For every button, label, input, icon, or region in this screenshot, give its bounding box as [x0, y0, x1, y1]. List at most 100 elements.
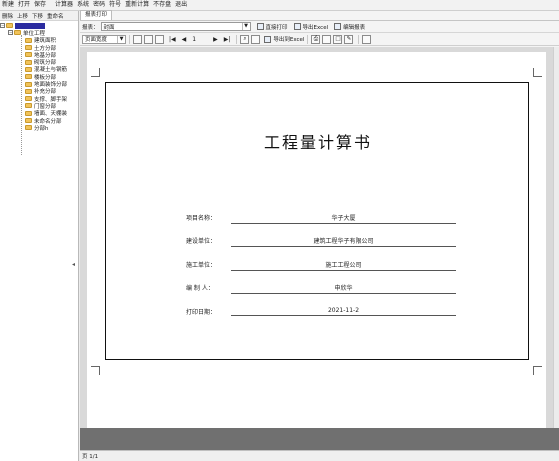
printer-icon: [256, 23, 264, 30]
field-value: 施工工程公司: [231, 260, 456, 271]
page-setup-icon[interactable]: [322, 34, 332, 44]
folder-icon: [6, 23, 13, 29]
status-bar: 页 1/1: [80, 450, 559, 461]
chevron-down-icon[interactable]: ▼: [117, 35, 125, 43]
frame-icon[interactable]: □: [333, 34, 343, 44]
folder-icon: [25, 110, 32, 116]
last-page-icon[interactable]: ▶|: [224, 36, 231, 43]
preview-toolbar: 页面宽度 ▼ |◀ ◀ 1 ▶ ▶| ⌕ 导出到Excel ⎙ □ ✎: [80, 33, 559, 46]
chevron-down-icon[interactable]: ▼: [241, 23, 250, 30]
crop-mark: [533, 68, 542, 77]
document-title: 工程量计算书: [263, 133, 372, 152]
tab-strip: 报表打印: [80, 10, 559, 21]
field-author: 编 制 人： 申欣华: [186, 283, 456, 294]
field-value: 建筑工程华子有限公司: [231, 236, 456, 247]
export-excel-label: 导出Excel: [302, 24, 329, 31]
folder-icon: [25, 66, 32, 72]
edit-report-label: 编辑报表: [343, 24, 366, 31]
toolbar-separator: [129, 34, 130, 44]
folder-icon: [25, 81, 32, 87]
toolbar-separator: [358, 34, 360, 44]
field-label: 建设单位：: [186, 238, 217, 245]
collapse-icon[interactable]: −: [0, 23, 5, 29]
menu-password[interactable]: 密码: [91, 0, 107, 10]
field-label: 编 制 人：: [186, 285, 214, 292]
menu-save[interactable]: 保存: [32, 0, 48, 10]
direct-print-label: 直接打印: [265, 24, 288, 31]
splitter-handle[interactable]: ◂: [72, 261, 77, 271]
edit-icon: [334, 23, 342, 30]
field-label: 项目名称：: [186, 215, 217, 222]
tree-item[interactable]: 分部h: [0, 124, 78, 132]
field-value: 申欣华: [231, 283, 456, 294]
menu-calculator[interactable]: 计算器: [53, 0, 75, 10]
tree-move-down-button[interactable]: 下移: [30, 12, 45, 20]
field-label: 打印日期：: [186, 309, 217, 316]
close-preview-icon[interactable]: [362, 34, 372, 44]
first-page-icon[interactable]: |◀: [169, 36, 176, 43]
direct-print-button[interactable]: 直接打印: [256, 23, 288, 31]
folder-icon: [25, 52, 32, 58]
export-to-excel-button[interactable]: 导出到Excel: [264, 35, 304, 43]
tree-toolbar: 删除 上移 下移 重命名: [0, 11, 78, 21]
menu-symbol[interactable]: 符号: [107, 0, 123, 10]
tree-rename-button[interactable]: 重命名: [45, 12, 66, 20]
field-value: 2021-11-2: [231, 307, 456, 316]
folder-icon: [14, 30, 21, 36]
field-contractor: 施工单位： 施工工程公司: [186, 260, 456, 271]
preview-canvas[interactable]: 工程量计算书 项目名称： 华子大厦 建设单位： 建筑工程华子有限公司 施工单位：…: [80, 47, 559, 450]
cover-frame: 工程量计算书 项目名称： 华子大厦 建设单位： 建筑工程华子有限公司 施工单位：…: [105, 82, 529, 360]
folder-icon: [25, 37, 32, 43]
collapse-icon[interactable]: −: [8, 30, 13, 36]
save-icon: [264, 35, 272, 43]
field-print-date: 打印日期： 2021-11-2: [186, 307, 456, 317]
report-panel: 报表打印 报表： 封面 ▼ 直接打印 导出Excel 编辑报表 页面宽度 ▼ |…: [80, 10, 559, 461]
toolbar-separator: [307, 34, 309, 44]
open-icon[interactable]: [251, 34, 261, 44]
prev-page-icon[interactable]: ◀: [182, 36, 187, 43]
tree-root-label: [15, 22, 45, 29]
folder-icon: [25, 45, 32, 51]
menu-no-save[interactable]: 不存盘: [151, 0, 173, 10]
excel-icon: [293, 23, 301, 30]
document-page: 工程量计算书 项目名称： 华子大厦 建设单位： 建筑工程华子有限公司 施工单位：…: [87, 52, 546, 428]
toolbar-separator: [236, 34, 238, 44]
canvas-bottom-area: [80, 428, 559, 450]
menu-new[interactable]: 新建: [0, 0, 16, 10]
folder-icon: [25, 88, 32, 94]
next-page-icon[interactable]: ▶: [213, 36, 218, 43]
report-toolbar: 报表： 封面 ▼ 直接打印 导出Excel 编辑报表: [80, 21, 559, 33]
field-label: 施工单位：: [186, 262, 217, 269]
print-icon[interactable]: ⎙: [311, 34, 321, 44]
crop-mark: [91, 68, 100, 77]
whole-page-icon[interactable]: [133, 34, 142, 44]
tab-report-print[interactable]: 报表打印: [80, 10, 113, 20]
menu-recalculate[interactable]: 重新计算: [123, 0, 151, 10]
menu-system[interactable]: 系统: [75, 0, 91, 10]
edit-report-button[interactable]: 编辑报表: [334, 23, 365, 31]
export-excel-button[interactable]: 导出Excel: [293, 23, 329, 31]
folder-icon: [25, 103, 32, 109]
crop-mark: [91, 366, 100, 375]
vertical-scrollbar[interactable]: [553, 47, 559, 428]
search-icon[interactable]: ⌕: [240, 34, 250, 44]
menu-open[interactable]: 打开: [16, 0, 32, 10]
color-icon[interactable]: ✎: [344, 34, 354, 44]
page-width-icon[interactable]: [144, 34, 153, 44]
field-value: 华子大厦: [231, 213, 456, 224]
page-indicator[interactable]: 1: [192, 36, 196, 43]
tree-item-label: 分部h: [34, 125, 49, 132]
app-window: 新建 打开 保存 计算器 系统 密码 符号 重新计算 不存盘 退出 删除 上移 …: [0, 0, 559, 461]
menu-exit[interactable]: 退出: [173, 0, 189, 10]
folder-icon: [25, 96, 32, 102]
folder-icon: [25, 74, 32, 80]
tree-delete-button[interactable]: 删除: [0, 12, 15, 20]
actual-size-icon[interactable]: [155, 34, 164, 44]
tree-move-up-button[interactable]: 上移: [15, 12, 30, 20]
zoom-select[interactable]: 页面宽度 ▼: [82, 34, 126, 44]
export-to-excel-label: 导出到Excel: [273, 37, 305, 43]
folder-icon: [25, 125, 32, 131]
report-select[interactable]: 封面 ▼: [100, 22, 251, 31]
page-status: 页 1/1: [82, 454, 99, 460]
project-tree: − − 单位工程 建筑面积 土方分部 地基分部 砌筑分部 混凝土与钢筋 楼板分部…: [0, 21, 78, 155]
